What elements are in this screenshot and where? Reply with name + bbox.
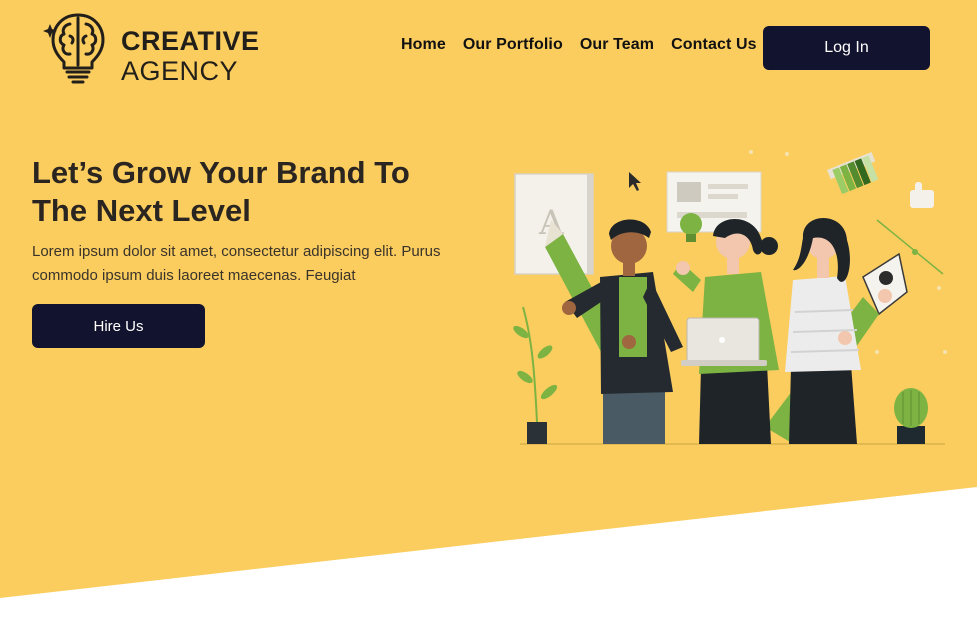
nav-item-home[interactable]: Home — [401, 36, 446, 54]
site-header: CREATIVE AGENCY Home Our Portfolio Our T… — [0, 0, 977, 100]
woman-with-laptop-character — [673, 219, 779, 444]
nav-item-contact-us[interactable]: Contact Us — [671, 36, 756, 54]
cactus-plant-right — [894, 388, 928, 444]
nav-item-our-team[interactable]: Our Team — [580, 36, 654, 54]
brand-name-line2: AGENCY — [121, 56, 239, 86]
team-illustration: A — [513, 150, 947, 445]
login-button[interactable]: Log In — [763, 26, 930, 70]
brand-logo[interactable]: CREATIVE AGENCY — [42, 10, 272, 86]
hero-description: Lorem ipsum dolor sit amet, consectetur … — [32, 243, 441, 284]
color-swatch-icon — [827, 152, 879, 195]
hire-us-button[interactable]: Hire Us — [32, 304, 205, 348]
nav-item-our-portfolio[interactable]: Our Portfolio — [463, 36, 563, 54]
cursor-icon — [629, 172, 641, 191]
brain-lightbulb-icon — [43, 13, 105, 84]
woman-with-pen-character — [785, 218, 892, 444]
main-nav: Home Our Portfolio Our Team Contact Us — [401, 36, 757, 54]
hero-section: Let’s Grow Your Brand To The Next Level … — [32, 154, 482, 348]
brand-name: CREATIVE AGENCY — [121, 26, 260, 86]
brand-name-line1: CREATIVE — [121, 26, 260, 56]
lightbulb-icon — [680, 213, 702, 242]
potted-plant-left — [513, 306, 558, 444]
thumbs-up-icon — [910, 182, 934, 208]
hero-title: Let’s Grow Your Brand To The Next Level — [32, 155, 410, 228]
